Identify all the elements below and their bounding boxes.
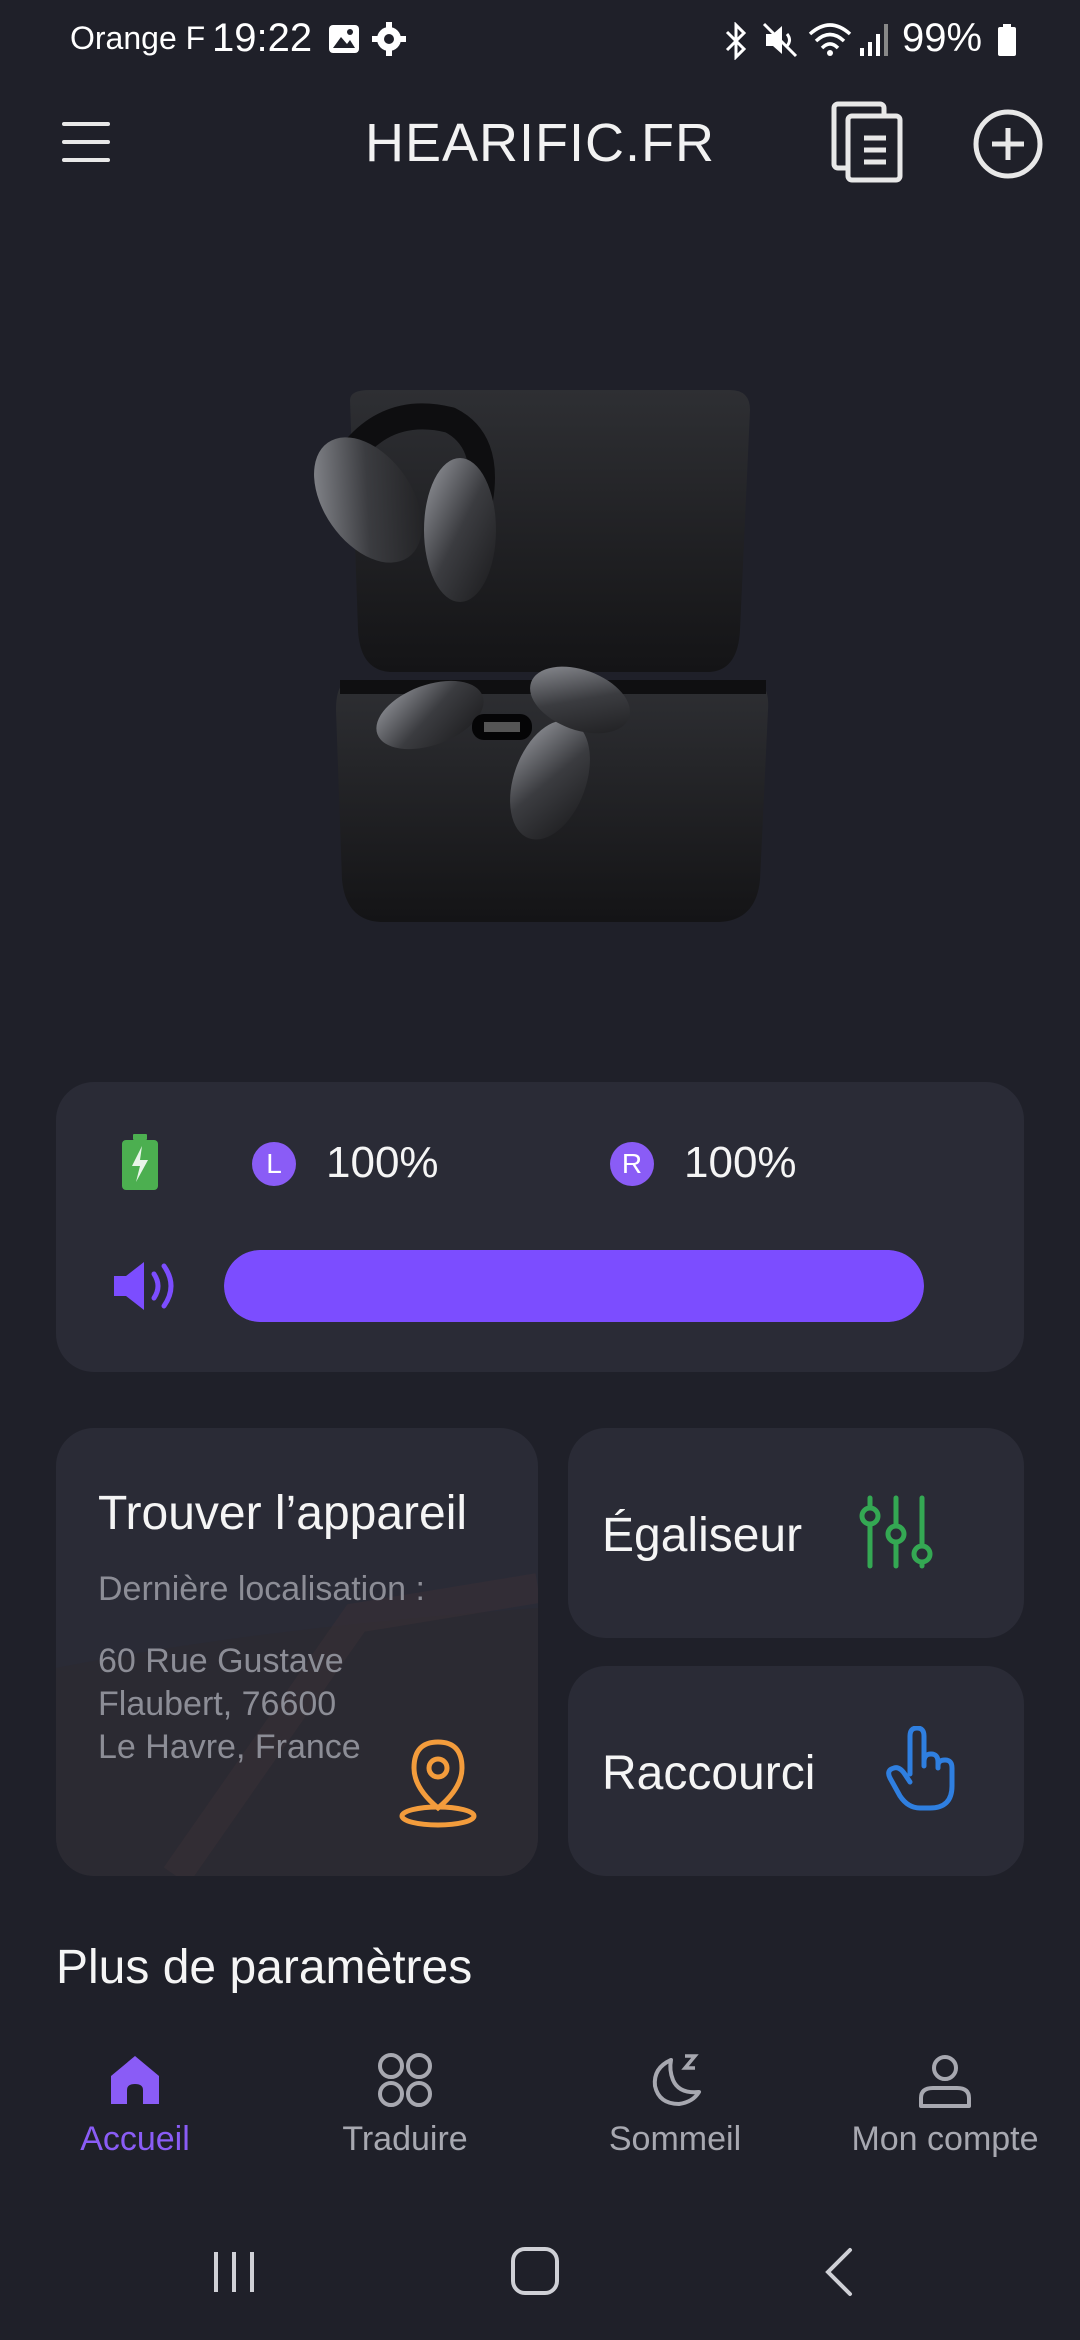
translate-icon xyxy=(378,2053,432,2107)
gallery-icon xyxy=(329,25,359,53)
location-pin-icon xyxy=(399,1739,477,1828)
equalizer-label: Égaliseur xyxy=(602,1509,803,1562)
add-circle-icon[interactable] xyxy=(972,108,1044,180)
nav-account[interactable]: Mon compte xyxy=(810,2050,1080,2180)
status-bar: Orange F 19:22 99% xyxy=(0,0,1080,80)
more-settings-title: Plus de paramètres xyxy=(56,1941,473,1994)
nav-home[interactable]: Accueil xyxy=(0,2050,270,2180)
sleep-icon xyxy=(652,2054,701,2106)
carrier-label: Orange F xyxy=(70,20,206,56)
volume-slider[interactable] xyxy=(224,1250,924,1322)
recents-button[interactable] xyxy=(212,2250,256,2294)
earbuds-product-image xyxy=(314,390,769,922)
left-battery-level: 100% xyxy=(326,1138,439,1187)
settings-gear-icon xyxy=(372,22,406,56)
nav-sleep[interactable]: Sommeil xyxy=(540,2050,810,2180)
nav-account-label: Mon compte xyxy=(851,2120,1039,2158)
volume-icon xyxy=(114,1262,174,1310)
clock: 19:22 xyxy=(212,16,313,60)
battery-icon xyxy=(998,24,1016,56)
address-line: Flaubert, 76600 xyxy=(98,1685,337,1723)
sound-muted-icon xyxy=(762,22,798,58)
battery-percent: 99% xyxy=(902,16,983,60)
app-title: HEARIFIC.FR xyxy=(364,113,715,173)
wifi-icon xyxy=(808,23,852,56)
home-icon xyxy=(111,2056,159,2104)
last-location-label: Dernière localisation : xyxy=(98,1570,425,1608)
documents-icon[interactable] xyxy=(830,100,906,184)
address-line: Le Havre, France xyxy=(98,1728,361,1766)
battery-charging-icon xyxy=(122,1134,158,1190)
back-button[interactable] xyxy=(822,2246,856,2298)
equalizer-icon xyxy=(859,1495,933,1569)
nav-translate-label: Traduire xyxy=(342,2120,468,2158)
right-earbud-badge: R xyxy=(610,1142,654,1186)
address-line: 60 Rue Gustave xyxy=(98,1642,344,1680)
volume-slider-fill xyxy=(224,1250,924,1322)
home-button[interactable] xyxy=(510,2246,560,2296)
shortcut-label: Raccourci xyxy=(602,1747,816,1800)
bluetooth-icon xyxy=(725,22,747,60)
battery-status-card xyxy=(56,1082,1024,1372)
left-earbud-badge: L xyxy=(252,1142,296,1186)
nav-home-label: Accueil xyxy=(80,2120,190,2158)
account-icon xyxy=(919,2055,971,2108)
right-battery-level: 100% xyxy=(684,1138,797,1187)
tap-hand-icon xyxy=(886,1726,955,1811)
nav-sleep-label: Sommeil xyxy=(608,2120,742,2158)
find-device-title: Trouver l’appareil xyxy=(98,1487,468,1540)
nav-translate[interactable]: Traduire xyxy=(270,2050,540,2180)
cell-signal-icon xyxy=(860,24,888,56)
